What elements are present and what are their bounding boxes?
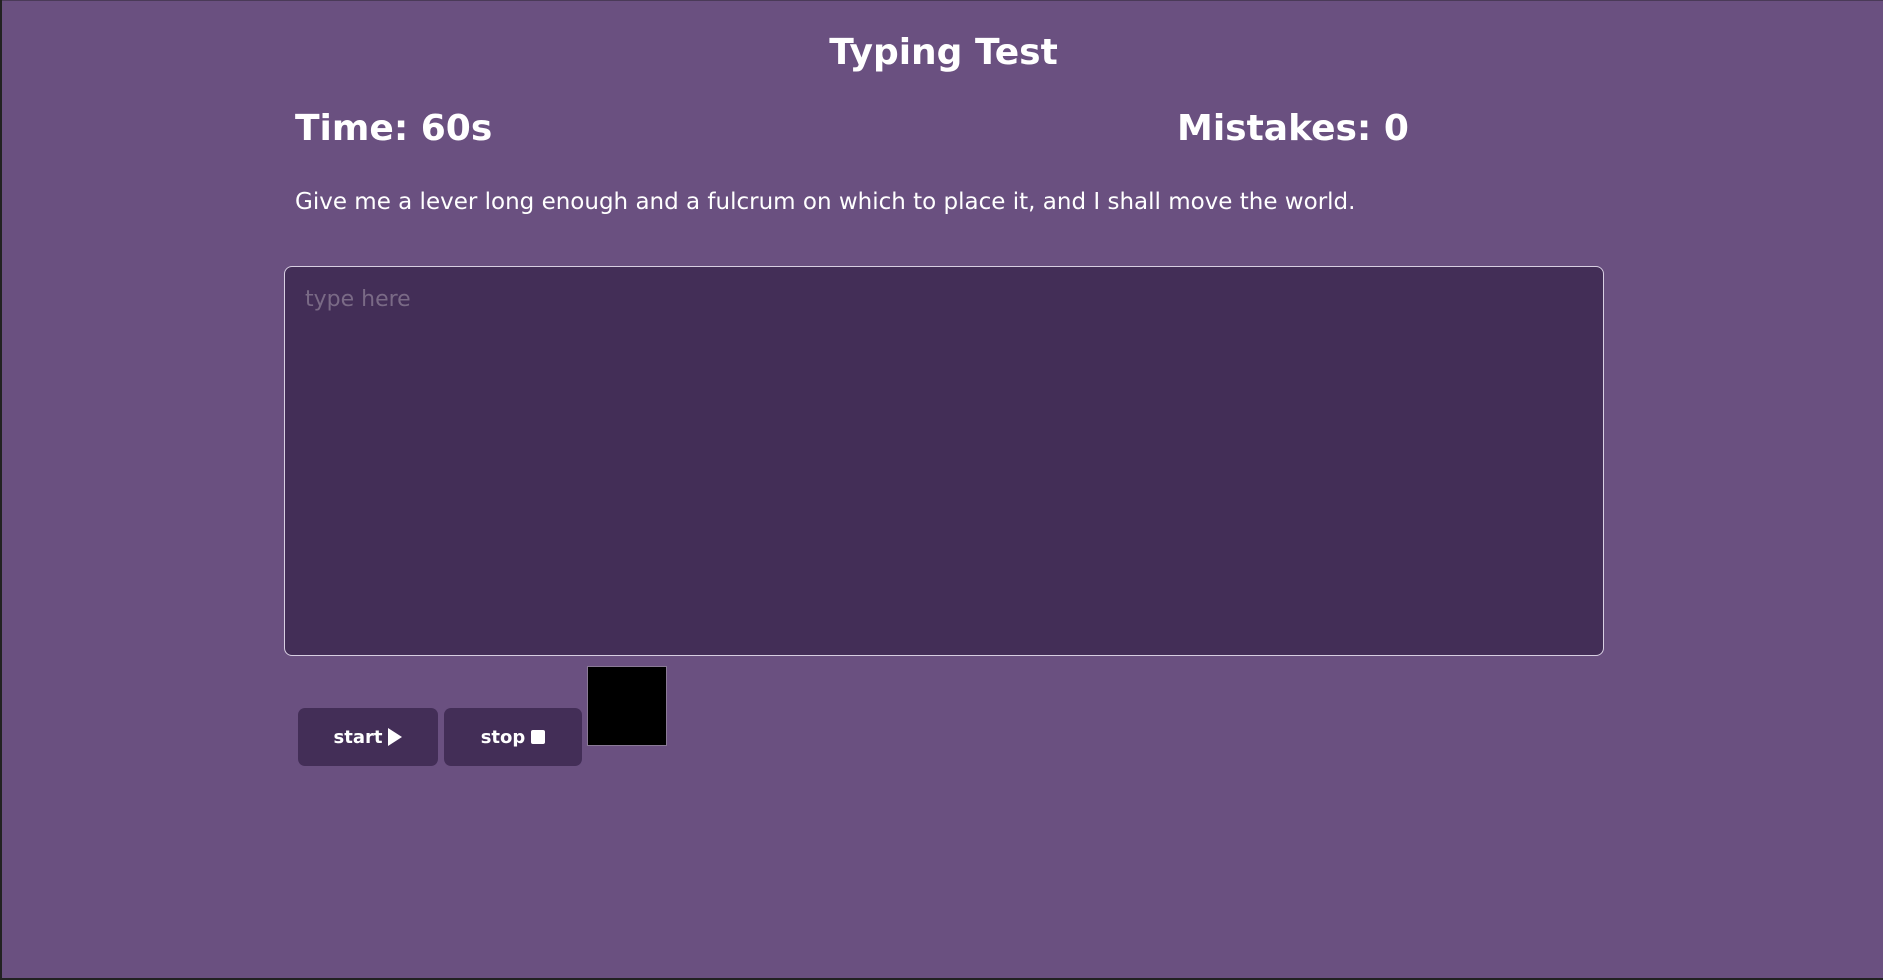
mistakes-counter: Mistakes: 0 xyxy=(1177,108,1409,149)
page-title: Typing Test xyxy=(829,32,1058,73)
timer-display: Time: 60s xyxy=(295,108,493,149)
prompt-quote: Give me a lever long enough and a fulcru… xyxy=(295,189,1356,215)
color-swatch xyxy=(587,666,667,746)
play-icon xyxy=(388,728,403,746)
stop-button-label: stop xyxy=(480,726,526,748)
stop-icon xyxy=(531,730,546,744)
typing-input[interactable] xyxy=(284,266,1604,656)
stop-button[interactable]: stop xyxy=(444,708,582,766)
page-background: Typing Test Time: 60s Mistakes: 0 Give m… xyxy=(2,0,1883,978)
stats-bar: Time: 60s Mistakes: 0 xyxy=(295,101,1409,157)
start-button[interactable]: start xyxy=(298,708,438,766)
start-button-label: start xyxy=(333,726,383,748)
